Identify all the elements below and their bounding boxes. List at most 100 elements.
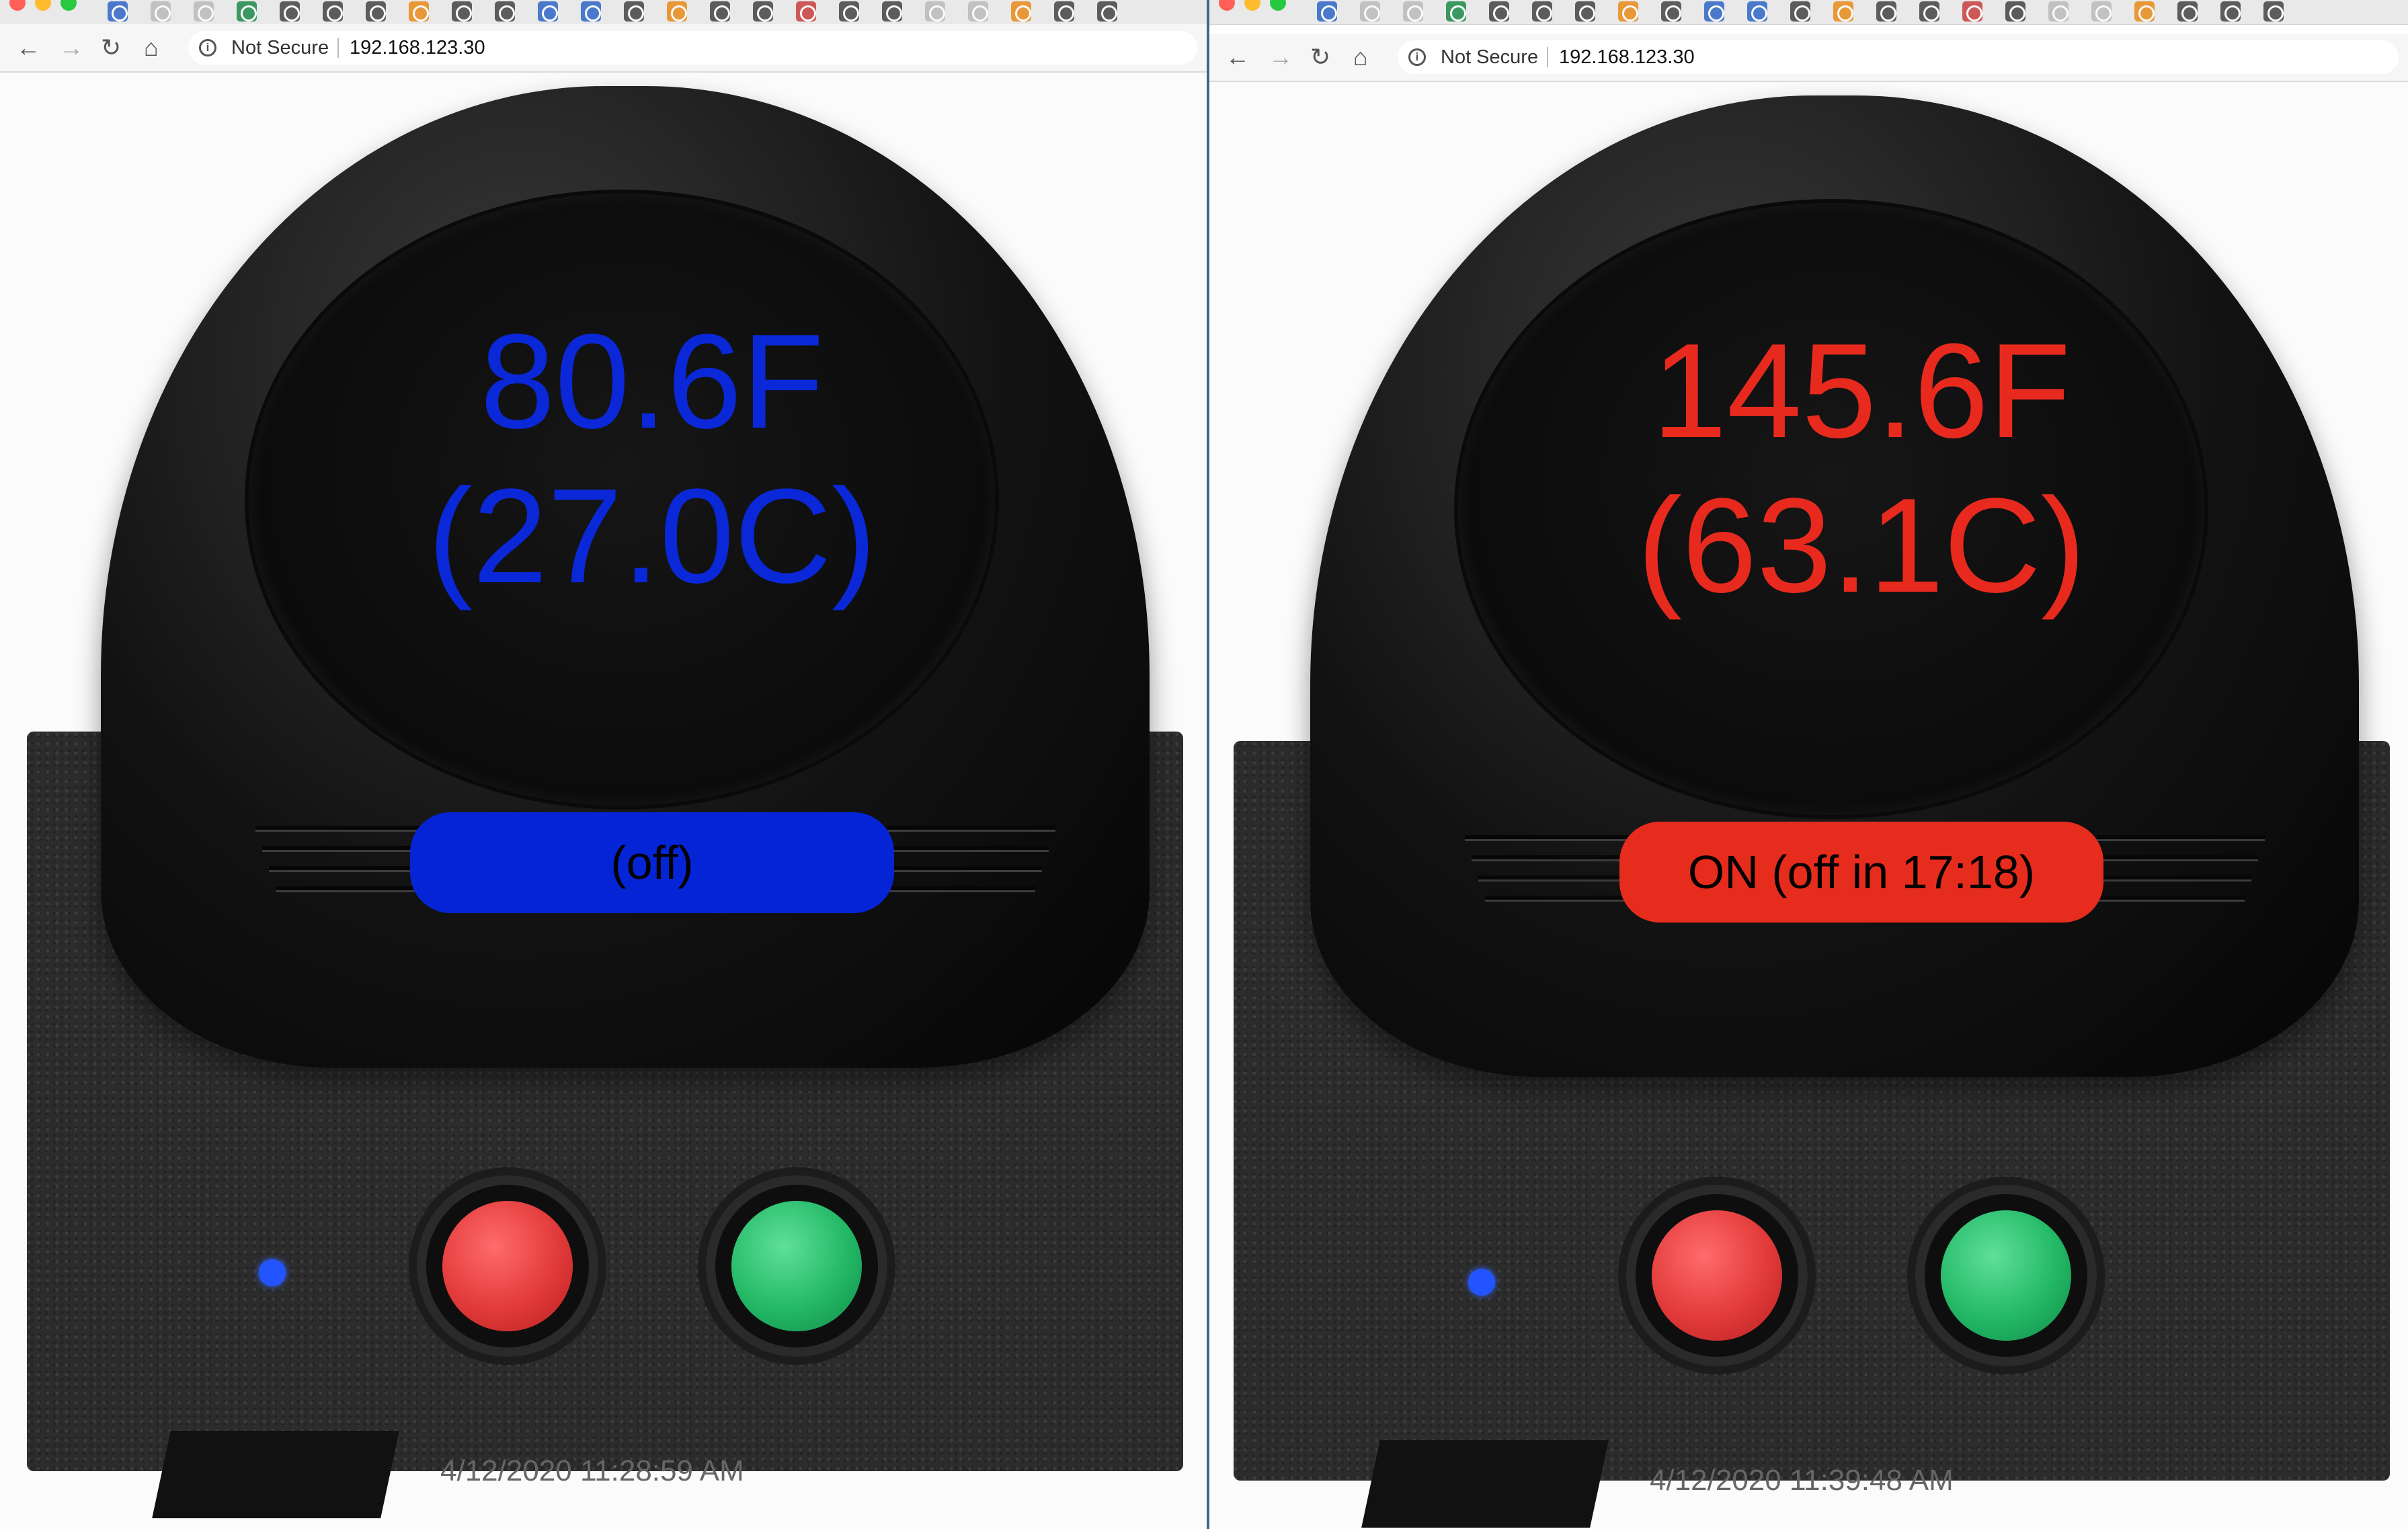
red-button-cap (442, 1201, 573, 1331)
device-photo: 80.6F (27.0C) (off) 4/12/2020 11:28:59 A… (0, 73, 1207, 1529)
bookmark-icon[interactable] (1919, 1, 1939, 22)
url-text[interactable]: 192.168.123.30 (350, 37, 485, 59)
bookmark-icon[interactable] (753, 1, 773, 22)
arrow-right-icon[interactable]: → (1269, 45, 1293, 69)
bookmark-icon[interactable] (882, 1, 902, 22)
bookmark-icon[interactable] (710, 1, 730, 22)
bookmark-icon[interactable] (495, 1, 515, 22)
address-bar[interactable]: i Not Secure 192.168.123.30 (1398, 40, 2399, 74)
minimize-window-icon[interactable] (35, 0, 51, 11)
bookmark-icon[interactable] (839, 1, 859, 22)
bookmark-icon[interactable] (624, 1, 644, 22)
bookmark-icon[interactable] (366, 1, 386, 22)
info-icon[interactable]: i (199, 39, 216, 56)
bookmark-icon[interactable] (1403, 1, 1423, 22)
bookmark-icon[interactable] (1446, 1, 1466, 22)
bookmark-icons (1317, 1, 2284, 22)
bookmark-icon[interactable] (1575, 1, 1595, 22)
vent-slot (2097, 896, 2245, 902)
green-push-button (706, 1175, 887, 1357)
bookmark-icon[interactable] (1962, 1, 1982, 22)
vent-slot (887, 846, 1049, 852)
power-switch (152, 1431, 399, 1518)
reload-icon[interactable]: ↻ (1310, 45, 1330, 69)
close-window-icon[interactable] (9, 0, 26, 11)
bookmark-icon[interactable] (1489, 1, 1509, 22)
vent-slot (1465, 835, 1633, 841)
bookmark-icon[interactable] (2263, 1, 2284, 22)
bookmark-icon[interactable] (1532, 1, 1552, 22)
bookmark-icon[interactable] (1833, 1, 1853, 22)
reload-icon[interactable]: ↻ (101, 36, 121, 60)
status-pill[interactable]: ON (off in 17:18) (1619, 822, 2103, 923)
vent-slot (1485, 896, 1633, 902)
vent-slot (2097, 875, 2251, 881)
home-icon[interactable]: ⌂ (144, 36, 159, 60)
bookmark-icon[interactable] (237, 1, 257, 22)
bookmark-icon[interactable] (1618, 1, 1638, 22)
vent-slot (262, 846, 424, 852)
bookmark-icon[interactable] (1011, 1, 1031, 22)
device-photo: 145.6F (63.1C) ON (off in 17:18) 4/12/20… (1209, 82, 2408, 1529)
arrow-left-icon[interactable]: ← (16, 36, 40, 60)
bookmark-icon[interactable] (1661, 1, 1681, 22)
arrow-right-icon[interactable]: → (59, 36, 83, 60)
bookmark-icon[interactable] (151, 1, 171, 22)
bookmark-icon[interactable] (1097, 1, 1117, 22)
bookmark-icon[interactable] (2220, 1, 2241, 22)
bookmark-icon[interactable] (1790, 1, 1810, 22)
temperature-fahrenheit: 145.6F (1652, 316, 2071, 466)
vent-slot (887, 866, 1042, 872)
bookmark-icon[interactable] (194, 1, 214, 22)
bookmark-icon[interactable] (1876, 1, 1896, 22)
bookmark-icon[interactable] (968, 1, 988, 22)
timestamp: 4/12/2020 11:39:48 AM (1650, 1464, 1954, 1497)
bookmark-icon[interactable] (1360, 1, 1380, 22)
status-pill[interactable]: (off) (410, 812, 894, 913)
bookmark-icon[interactable] (2048, 1, 2069, 22)
vent-slot (887, 886, 1035, 892)
bookmark-icon[interactable] (581, 1, 601, 22)
url-separator (337, 38, 339, 58)
address-bar[interactable]: i Not Secure 192.168.123.30 (188, 31, 1197, 65)
not-secure-label: Not Secure (231, 37, 329, 58)
maximize-window-icon[interactable] (61, 0, 77, 11)
bookmark-icon[interactable] (1747, 1, 1767, 22)
close-window-icon[interactable] (1219, 0, 1235, 11)
bookmark-icon[interactable] (2134, 1, 2155, 22)
bookmark-icon[interactable] (2091, 1, 2112, 22)
info-icon[interactable]: i (1408, 48, 1426, 66)
right-browser-window: ← → ↻ ⌂ i Not Secure 192.168.123.30 145.… (1209, 0, 2408, 1529)
bookmark-icon[interactable] (796, 1, 816, 22)
bookmark-icon[interactable] (323, 1, 343, 22)
red-push-button (417, 1175, 598, 1357)
bookmark-icon[interactable] (1054, 1, 1074, 22)
bookmark-icon[interactable] (1317, 1, 1337, 22)
url-text[interactable]: 192.168.123.30 (1559, 46, 1695, 69)
vent-slot (269, 866, 424, 872)
bookmark-icon[interactable] (1704, 1, 1724, 22)
timestamp: 4/12/2020 11:28:59 AM (440, 1454, 744, 1487)
bookmarks-bar (0, 0, 1207, 25)
bookmark-icon[interactable] (409, 1, 429, 22)
bookmark-icon[interactable] (538, 1, 558, 22)
bookmark-icon[interactable] (2177, 1, 2198, 22)
maximize-window-icon[interactable] (1270, 0, 1286, 11)
bookmark-icon[interactable] (452, 1, 472, 22)
bookmark-icon[interactable] (2005, 1, 2025, 22)
temperature-celsius: (63.1C) (1637, 471, 2086, 621)
minimize-window-icon[interactable] (1244, 0, 1260, 11)
bookmark-icon[interactable] (667, 1, 687, 22)
bookmark-icon[interactable] (280, 1, 300, 22)
vent-slot (1472, 855, 1633, 861)
power-switch (1361, 1440, 1609, 1528)
green-button-cap (731, 1201, 862, 1331)
bookmark-icon[interactable] (925, 1, 945, 22)
address-toolbar: ← → ↻ ⌂ i Not Secure 192.168.123.30 (0, 24, 1207, 73)
green-push-button (1915, 1185, 2097, 1366)
temperature-fahrenheit: 80.6F (480, 307, 824, 457)
arrow-left-icon[interactable]: ← (1226, 45, 1250, 69)
green-button-cap (1941, 1210, 2071, 1341)
bookmark-icon[interactable] (108, 1, 128, 22)
home-icon[interactable]: ⌂ (1353, 45, 1368, 69)
